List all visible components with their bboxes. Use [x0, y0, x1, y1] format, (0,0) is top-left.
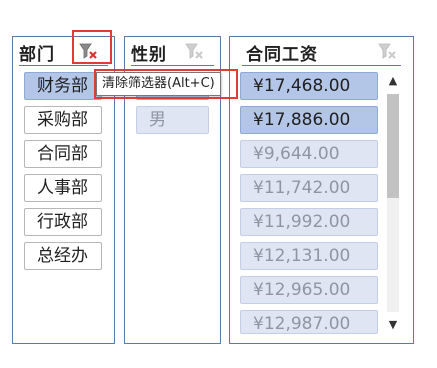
gender-slicer-title: 性别 — [131, 45, 167, 65]
clear-filter-icon-disabled[interactable] — [376, 40, 398, 62]
salary-item[interactable]: ¥11,992.00 — [240, 208, 378, 236]
salary-item[interactable]: ¥11,742.00 — [240, 174, 378, 202]
dept-item-admin[interactable]: 行政部 — [24, 208, 102, 236]
header-divider — [19, 65, 108, 66]
tooltip-highlight — [94, 69, 238, 99]
dept-item-purchasing[interactable]: 采购部 — [24, 106, 102, 134]
gender-item-male[interactable]: 男 — [136, 106, 209, 134]
dept-item-hr[interactable]: 人事部 — [24, 174, 102, 202]
salary-item[interactable]: ¥12,131.00 — [240, 242, 378, 270]
dept-slicer-title: 部门 — [19, 45, 55, 65]
scroll-thumb[interactable] — [387, 94, 399, 198]
salary-item[interactable]: ¥12,965.00 — [240, 276, 378, 304]
dept-item-contract[interactable]: 合同部 — [24, 140, 102, 168]
scroll-down-arrow-icon[interactable]: ▼ — [384, 316, 402, 334]
scroll-up-arrow-icon[interactable]: ▲ — [384, 72, 402, 90]
salary-item[interactable]: ¥17,886.00 — [240, 106, 378, 134]
salary-scrollbar[interactable]: ▲ ▼ — [384, 72, 402, 334]
scroll-track[interactable] — [387, 94, 399, 312]
dept-item-gm-office[interactable]: 总经办 — [24, 242, 102, 270]
gender-slicer-header: 性别 — [125, 37, 220, 65]
header-divider — [131, 65, 214, 66]
dept-item-finance[interactable]: 财务部 — [24, 72, 102, 100]
salary-item[interactable]: ¥9,644.00 — [240, 140, 378, 168]
salary-slicer-title: 合同工资 — [246, 45, 318, 65]
clear-filter-highlight — [72, 30, 112, 64]
salary-item[interactable]: ¥17,468.00 — [240, 72, 378, 100]
header-divider — [242, 65, 401, 66]
salary-slicer-header: 合同工资 — [230, 37, 413, 65]
salary-item[interactable]: ¥12,987.00 — [240, 310, 378, 334]
clear-filter-icon-disabled[interactable] — [183, 40, 205, 62]
